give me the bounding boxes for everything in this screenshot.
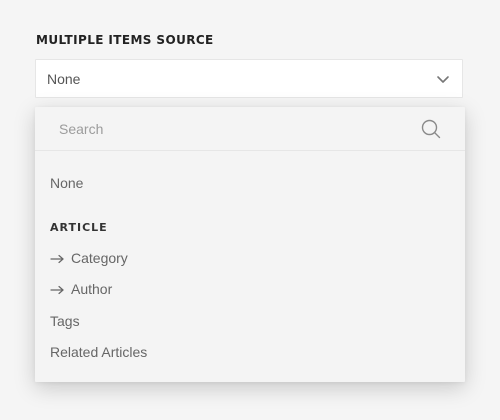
search-input[interactable] — [49, 115, 409, 143]
option-category[interactable]: Category — [50, 250, 128, 266]
arrow-right-icon — [50, 285, 65, 295]
search-icon[interactable] — [421, 119, 441, 139]
option-author[interactable]: Author — [50, 281, 112, 297]
select-value: None — [47, 71, 81, 87]
option-label: Author — [71, 281, 113, 297]
option-none[interactable]: None — [50, 175, 83, 191]
option-label: Category — [71, 250, 128, 266]
option-tags[interactable]: Tags — [50, 313, 80, 329]
multiple-items-source-label: MULTIPLE ITEMS SOURCE — [36, 33, 214, 47]
dropdown-menu: None ARTICLE Category Author Tags Relate… — [35, 107, 465, 382]
arrow-right-icon — [50, 254, 65, 264]
group-heading-article: ARTICLE — [50, 221, 108, 234]
search-row — [35, 107, 465, 151]
multiple-items-source-select[interactable]: None — [35, 59, 463, 98]
chevron-down-icon[interactable] — [436, 72, 450, 86]
option-related-articles[interactable]: Related Articles — [50, 344, 147, 360]
